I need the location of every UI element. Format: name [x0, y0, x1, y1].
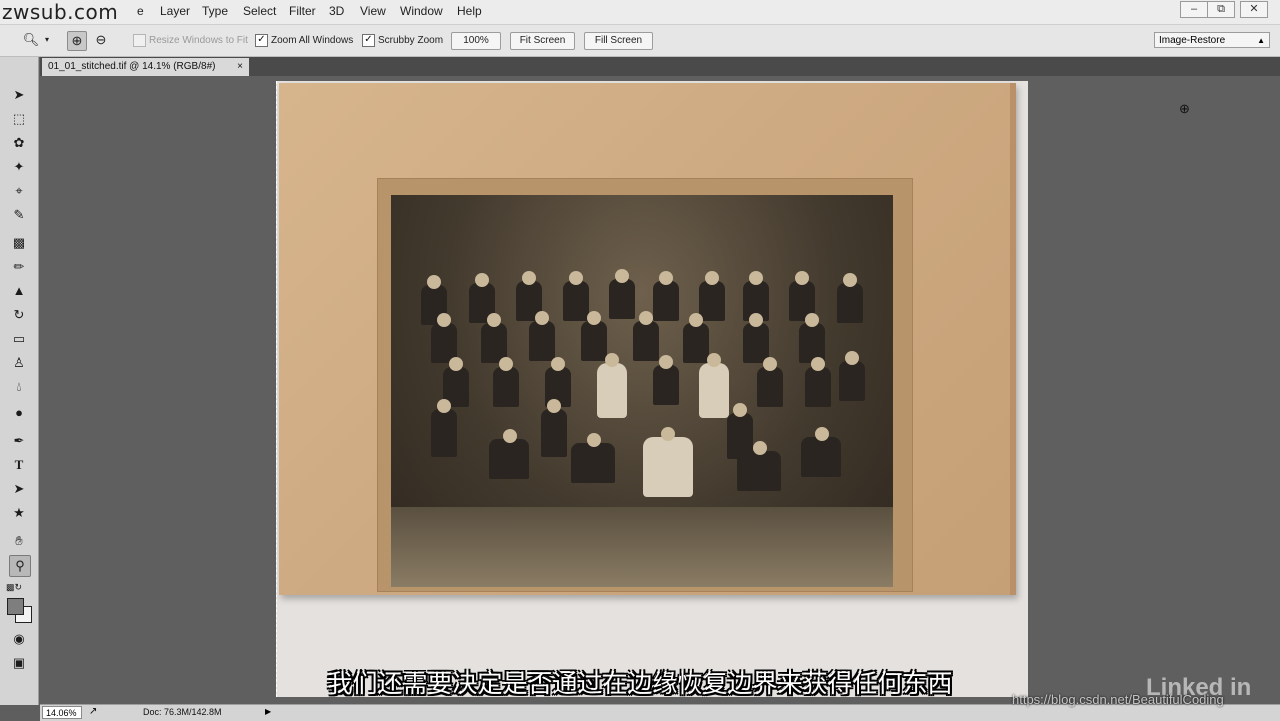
fill-screen-button[interactable]: Fill Screen	[584, 32, 653, 50]
menu-view[interactable]: View	[360, 4, 386, 18]
clone-stamp-tool-icon[interactable]: ▲	[9, 281, 29, 301]
workspace-select[interactable]: Image-Restore ▲	[1154, 32, 1270, 48]
zoom-tool-icon[interactable]: ⚲	[9, 555, 31, 577]
quick-select-tool-icon[interactable]: ✦	[9, 157, 29, 177]
path-selection-tool-icon[interactable]: ➤	[9, 479, 29, 499]
group-photograph	[391, 195, 893, 587]
close-window-button[interactable]: ✕	[1240, 1, 1268, 18]
restore-button[interactable]: ⧉	[1207, 1, 1235, 18]
zoom-all-windows-label: Zoom All Windows	[271, 35, 354, 46]
preset-dropdown-chevron-icon[interactable]: ▾	[42, 31, 52, 49]
document-tab-title: 01_01_stitched.tif @ 14.1% (RGB/8#)	[48, 61, 216, 72]
zoom-in-icon[interactable]: ⊕	[67, 31, 87, 51]
resize-windows-checkbox[interactable]	[133, 34, 146, 47]
menu-file-partial[interactable]: e	[137, 4, 144, 18]
resize-windows-label: Resize Windows to Fit	[149, 35, 248, 46]
paint-bucket-tool-icon[interactable]: ♙	[9, 353, 29, 373]
pen-tool-icon[interactable]: ✒	[9, 431, 29, 451]
healing-brush-tool-icon[interactable]: ▩	[9, 233, 29, 253]
custom-shape-tool-icon[interactable]: ★	[9, 503, 29, 523]
hand-tool-icon[interactable]: ✋︎	[9, 531, 29, 551]
eraser-tool-icon[interactable]: ▭	[9, 329, 29, 349]
workspace-chevron-icon: ▲	[1257, 36, 1265, 45]
menu-layer[interactable]: Layer	[160, 4, 190, 18]
status-menu-arrow-icon[interactable]: ▶	[265, 707, 271, 716]
document-canvas[interactable]: ⊕	[276, 81, 1190, 697]
photo-floor	[391, 507, 893, 587]
blur-tool-icon[interactable]: 💧︎	[9, 377, 29, 397]
blog-watermark: https://blog.csdn.net/BeautifulCoding	[1012, 692, 1224, 707]
scrubby-zoom-checkbox[interactable]: ✓	[362, 34, 375, 47]
zoom-cursor-icon: ⊕	[1179, 101, 1190, 116]
options-bar: 🔍︎ ▾ ⊕ ⊖ Resize Windows to Fit ✓ Zoom Al…	[0, 25, 1280, 57]
close-tab-icon[interactable]: ×	[237, 58, 243, 76]
fit-screen-button[interactable]: Fit Screen	[510, 32, 575, 50]
menu-filter[interactable]: Filter	[289, 4, 316, 18]
type-tool-icon[interactable]: T	[9, 455, 29, 475]
zoom-level-field[interactable]: 14.06%	[42, 706, 82, 719]
tools-panel: ➤ ⬚ ✿ ✦ ⌖ ✎ ▩ ✏ ▲ ↻ ▭ ♙ 💧︎ ● ✒ T ➤ ★ ✋︎ …	[0, 57, 39, 705]
export-status-icon[interactable]: ↗	[89, 706, 97, 717]
marquee-tool-icon[interactable]: ⬚	[9, 109, 29, 129]
menu-type[interactable]: Type	[202, 4, 228, 18]
scrubby-zoom-label: Scrubby Zoom	[378, 35, 444, 46]
foreground-color-swatch[interactable]	[7, 598, 24, 615]
move-tool-icon[interactable]: ➤	[9, 85, 29, 105]
menu-select[interactable]: Select	[243, 4, 276, 18]
document-tab[interactable]: 01_01_stitched.tif @ 14.1% (RGB/8#) ×	[42, 58, 249, 76]
menu-window[interactable]: Window	[400, 4, 443, 18]
actual-pixels-button[interactable]: 100%	[451, 32, 501, 50]
menu-help[interactable]: Help	[457, 4, 482, 18]
document-size-info: Doc: 76.3M/142.8M	[143, 707, 222, 717]
lasso-tool-icon[interactable]: ✿	[9, 133, 29, 153]
menu-3d[interactable]: 3D	[329, 4, 344, 18]
zoom-all-windows-checkbox[interactable]: ✓	[255, 34, 268, 47]
document-tab-strip: 01_01_stitched.tif @ 14.1% (RGB/8#) ×	[40, 57, 1280, 76]
workspace-value: Image-Restore	[1159, 35, 1226, 46]
menu-bar: zwsub.com e Layer Type Select Filter 3D …	[0, 0, 1280, 25]
eyedropper-tool-icon[interactable]: ✎	[9, 205, 29, 225]
minimize-button[interactable]: –	[1180, 1, 1208, 18]
brush-tool-icon[interactable]: ✏	[9, 257, 29, 277]
quick-mask-icon[interactable]: ◉	[9, 629, 29, 649]
zoom-out-icon[interactable]: ⊖	[92, 31, 110, 49]
site-watermark: zwsub.com	[2, 0, 119, 24]
dodge-tool-icon[interactable]: ●	[9, 403, 29, 423]
history-brush-tool-icon[interactable]: ↻	[9, 305, 29, 325]
canvas-area[interactable]: ⊕	[40, 76, 1280, 704]
default-colors-icon[interactable]: ▩↻	[4, 577, 24, 597]
crop-tool-icon[interactable]: ⌖	[9, 181, 29, 201]
zoom-tool-preset-icon[interactable]: 🔍︎	[22, 31, 40, 49]
